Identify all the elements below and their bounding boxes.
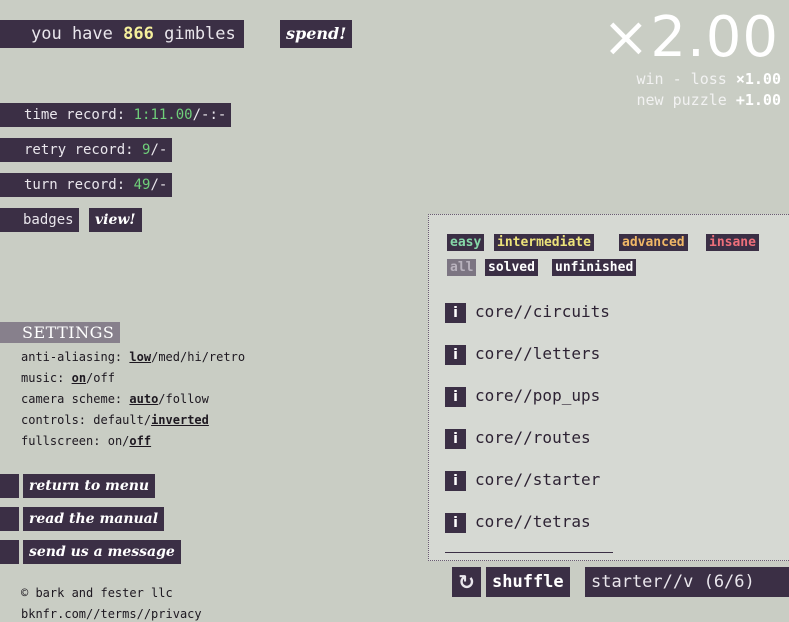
win-loss-multiplier: win - loss ×1.00 <box>637 70 782 88</box>
filter-advanced[interactable]: advanced <box>619 234 688 251</box>
time-record-suffix: /-:- <box>192 107 227 123</box>
current-puzzle-label: starter//v (6/6) <box>585 567 789 597</box>
filter-solved[interactable]: solved <box>485 259 538 276</box>
setting-camera-scheme: camera scheme: auto/follow <box>21 392 209 406</box>
setting-anti-aliasing: anti-aliasing: low/med/hi/retro <box>21 350 246 364</box>
badges-view-button[interactable]: view! <box>89 208 142 232</box>
info-icon[interactable]: i <box>445 470 466 491</box>
return-to-menu-button[interactable]: return to menu <box>23 474 156 498</box>
turn-record-suffix: /- <box>150 177 168 193</box>
spend-button[interactable]: spend! <box>280 20 353 48</box>
puzzle-item[interactable]: i core//routes <box>445 428 591 449</box>
puzzle-item[interactable]: i core//letters <box>445 344 600 365</box>
controls-option-default[interactable]: default <box>93 413 144 427</box>
fullscreen-option-on[interactable]: on <box>108 434 122 448</box>
return-button-tab <box>0 474 19 498</box>
filter-easy[interactable]: easy <box>447 234 485 251</box>
terms-privacy-link[interactable]: bknfr.com//terms//privacy <box>21 607 202 621</box>
controls-label: controls: <box>21 413 87 427</box>
camera-option-follow[interactable]: follow <box>166 392 209 406</box>
puzzle-name: core//tetras <box>475 512 591 531</box>
turn-record-value: 49 <box>133 177 151 193</box>
puzzle-name: core//routes <box>475 428 591 447</box>
filter-intermediate[interactable]: intermediate <box>494 234 594 251</box>
settings-header: SETTINGS <box>0 322 121 343</box>
puzzle-name: core//starter <box>475 470 601 489</box>
panel-divider <box>445 552 613 553</box>
filter-unfinished[interactable]: unfinished <box>552 259 637 276</box>
puzzle-name: core//pop_ups <box>475 386 601 405</box>
retry-record-suffix: /- <box>150 142 168 158</box>
camera-scheme-label: camera scheme: <box>21 392 123 406</box>
new-puzzle-multiplier: new puzzle +1.00 <box>637 91 782 109</box>
turn-record-label: turn record: <box>24 177 126 193</box>
gimbles-amount: 866 <box>123 24 154 44</box>
gimbles-prefix: you have <box>31 24 113 44</box>
gimbles-suffix: gimbles <box>164 24 236 44</box>
info-icon[interactable]: i <box>445 428 466 449</box>
send-message-button[interactable]: send us a message <box>23 540 181 564</box>
anti-aliasing-label: anti-aliasing: <box>21 350 123 364</box>
puzzle-name: core//letters <box>475 344 601 363</box>
info-icon[interactable]: i <box>445 302 466 323</box>
score-multiplier: ×2.00 <box>602 5 779 70</box>
controls-option-inverted[interactable]: inverted <box>151 413 209 427</box>
turn-record: turn record: 49/- <box>0 173 173 197</box>
filter-all[interactable]: all <box>447 259 477 276</box>
badges-label: badges <box>0 208 79 232</box>
fullscreen-label: fullscreen: <box>21 434 101 448</box>
music-option-on[interactable]: on <box>72 371 86 385</box>
reload-icon[interactable]: ↻ <box>452 567 481 597</box>
setting-controls: controls: default/inverted <box>21 413 209 427</box>
setting-music: music: on/off <box>21 371 115 385</box>
new-puzzle-value: +1.00 <box>735 91 781 109</box>
info-icon[interactable]: i <box>445 344 466 365</box>
gimbles-counter: you have 866 gimbles <box>0 20 244 48</box>
music-option-off[interactable]: off <box>93 371 115 385</box>
shuffle-button[interactable]: shuffle <box>486 567 570 597</box>
time-record-value: 1:11.00 <box>133 107 193 123</box>
message-button-tab <box>0 540 19 564</box>
time-record: time record: 1:11.00/-:- <box>0 103 232 127</box>
win-loss-value: ×1.00 <box>735 70 781 88</box>
copyright-text: © bark and fester llc <box>21 586 173 600</box>
info-icon[interactable]: i <box>445 512 466 533</box>
manual-button-tab <box>0 507 19 531</box>
puzzle-item[interactable]: i core//pop_ups <box>445 386 600 407</box>
puzzle-item[interactable]: i core//tetras <box>445 512 591 533</box>
info-icon[interactable]: i <box>445 386 466 407</box>
anti-aliasing-option-hi[interactable]: hi <box>187 350 201 364</box>
puzzle-item[interactable]: i core//starter <box>445 470 600 491</box>
anti-aliasing-option-retro[interactable]: retro <box>209 350 245 364</box>
filter-insane[interactable]: insane <box>706 234 759 251</box>
time-record-label: time record: <box>24 107 126 123</box>
retry-record-label: retry record: <box>24 142 134 158</box>
fullscreen-option-off[interactable]: off <box>129 434 151 448</box>
setting-fullscreen: fullscreen: on/off <box>21 434 152 448</box>
read-manual-button[interactable]: read the manual <box>23 507 165 531</box>
anti-aliasing-option-low[interactable]: low <box>129 350 151 364</box>
camera-option-auto[interactable]: auto <box>129 392 158 406</box>
retry-record: retry record: 9/- <box>0 138 173 162</box>
music-label: music: <box>21 371 65 385</box>
puzzle-name: core//circuits <box>475 302 610 321</box>
new-puzzle-label: new puzzle <box>636 91 727 109</box>
puzzle-item[interactable]: i core//circuits <box>445 302 610 323</box>
win-loss-label: win - loss <box>636 70 727 88</box>
anti-aliasing-option-med[interactable]: med <box>158 350 180 364</box>
